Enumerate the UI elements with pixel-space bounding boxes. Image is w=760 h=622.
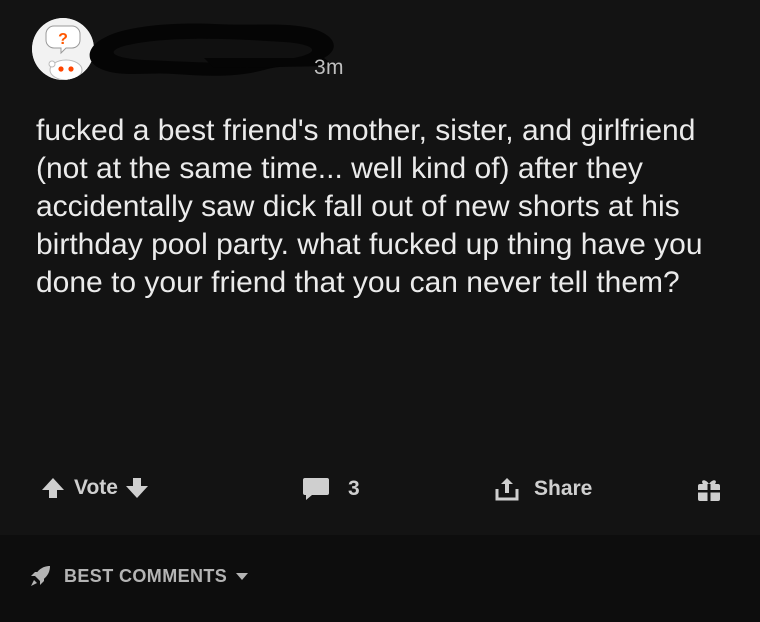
redacted-username [89,23,334,76]
comments-sort-bar: BEST COMMENTS [0,535,760,622]
caret-down-icon [236,573,249,580]
post-header: ? 3m [32,18,732,84]
sort-comments-dropdown[interactable]: BEST COMMENTS [28,563,249,589]
share-icon [495,478,519,501]
comments-button[interactable]: 3 [302,476,360,502]
sort-label: BEST COMMENTS [64,565,228,586]
svg-text:?: ? [58,31,68,48]
upvote-icon[interactable] [40,476,66,500]
vote-control: Vote [40,476,150,500]
post-title[interactable]: fucked a best friend's mother, sister, a… [36,112,726,302]
share-button[interactable]: Share [494,476,592,502]
downvote-icon[interactable] [124,476,150,500]
post-card: ? 3m fucked a best friend's mother, sist… [0,0,760,535]
rocket-icon [31,566,50,586]
post-action-bar: Vote 3 Share [0,470,760,516]
award-button[interactable] [695,476,723,504]
post-timestamp: 3m [314,56,344,79]
comment-icon [303,478,329,500]
vote-label: Vote [74,476,118,499]
comment-count: 3 [348,477,360,500]
share-label: Share [534,477,593,500]
award-icon [698,480,720,501]
